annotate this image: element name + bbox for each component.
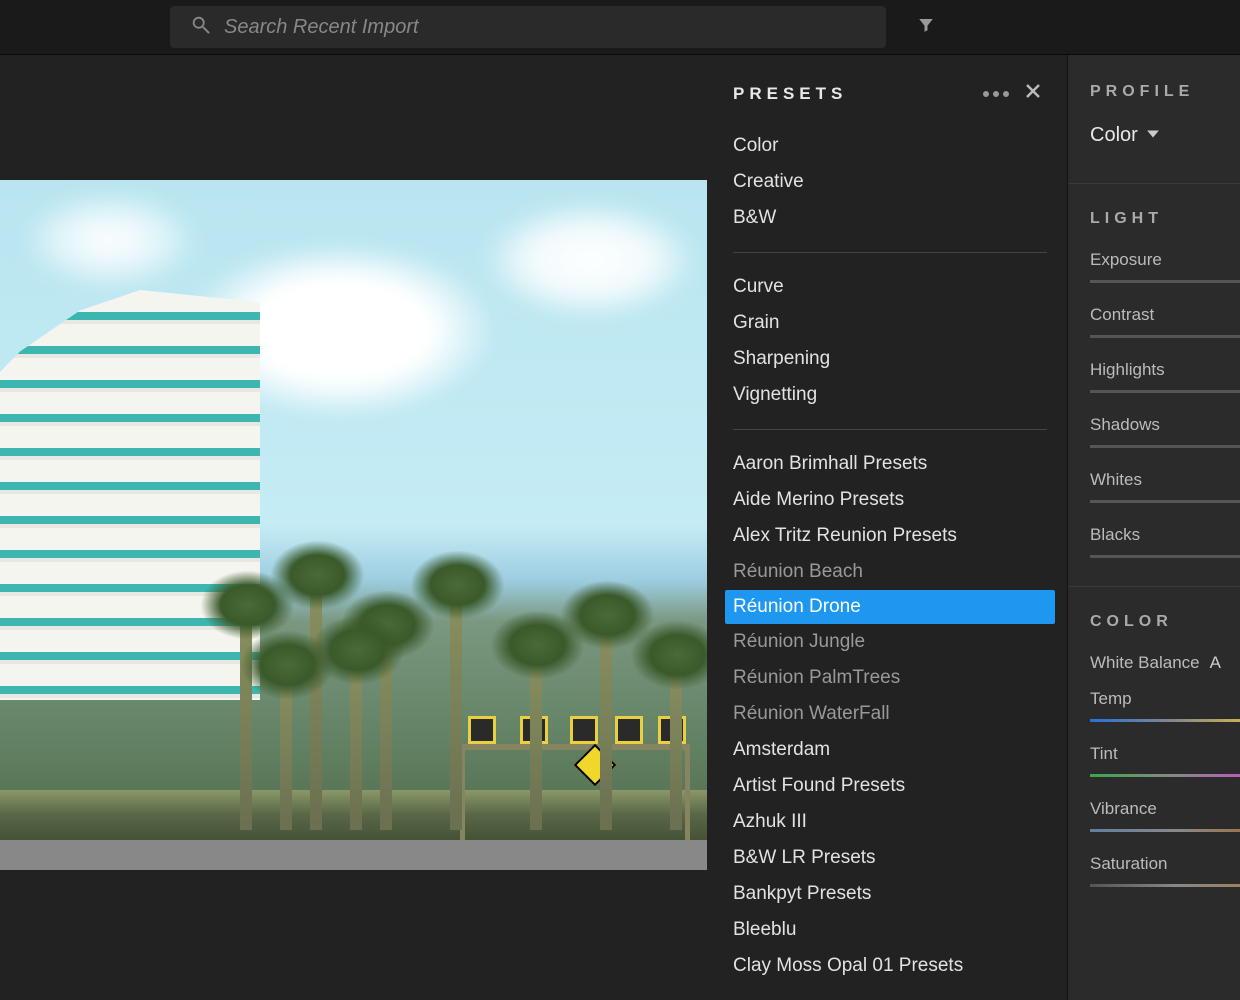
preset-item[interactable]: Clay Moss Opal 01 Presets <box>733 948 1047 984</box>
presets-list[interactable]: ColorCreativeB&W CurveGrainSharpeningVign… <box>707 128 1067 998</box>
preset-item[interactable]: Réunion WaterFall <box>733 696 1047 732</box>
blacks-slider[interactable]: Blacks <box>1090 525 1240 558</box>
filter-button[interactable] <box>910 11 942 43</box>
preset-item[interactable]: Bankpyt Presets <box>733 876 1047 912</box>
preset-item[interactable]: B&W <box>733 200 1047 236</box>
adjustments-panel: PROFILE Color LIGHT Exposure Contrast Hi… <box>1067 55 1240 1000</box>
more-options-button[interactable] <box>983 91 1009 97</box>
preset-item[interactable]: Amsterdam <box>733 732 1047 768</box>
close-icon <box>1025 86 1041 103</box>
white-balance-value: A <box>1210 653 1221 673</box>
top-bar <box>0 0 1240 55</box>
contrast-slider[interactable]: Contrast <box>1090 305 1240 338</box>
profile-value: Color <box>1090 124 1138 147</box>
temp-slider[interactable]: Temp <box>1090 689 1240 722</box>
presets-title: PRESETS <box>733 84 983 104</box>
search-icon <box>190 14 224 41</box>
highlights-label: Highlights <box>1090 360 1240 380</box>
chevron-down-icon <box>1138 123 1160 147</box>
white-balance-label: White Balance <box>1090 653 1200 673</box>
preset-item[interactable]: Color <box>733 128 1047 164</box>
funnel-icon <box>916 16 936 39</box>
preset-item[interactable]: Grain <box>733 305 1047 341</box>
profile-dropdown[interactable]: Color <box>1090 123 1240 147</box>
preset-item[interactable]: Artist Found Presets <box>733 768 1047 804</box>
tint-slider[interactable]: Tint <box>1090 744 1240 777</box>
exposure-slider[interactable]: Exposure <box>1090 250 1240 283</box>
preset-item[interactable]: B&W LR Presets <box>733 840 1047 876</box>
preset-item[interactable]: Réunion Drone <box>725 590 1055 624</box>
blacks-label: Blacks <box>1090 525 1240 545</box>
temp-label: Temp <box>1090 689 1240 709</box>
highlights-slider[interactable]: Highlights <box>1090 360 1240 393</box>
contrast-label: Contrast <box>1090 305 1240 325</box>
preset-item[interactable]: Azhuk III <box>733 804 1047 840</box>
preset-item[interactable]: Réunion PalmTrees <box>733 660 1047 696</box>
presets-panel: PRESETS ColorCreativeB&W CurveGrainSharpe… <box>707 55 1067 1000</box>
preset-item[interactable]: Réunion Beach <box>733 554 1047 590</box>
preset-item[interactable]: Alex Tritz Reunion Presets <box>733 518 1047 554</box>
preset-item[interactable]: Aide Merino Presets <box>733 482 1047 518</box>
preview-image <box>0 180 707 870</box>
close-button[interactable] <box>1025 83 1041 104</box>
profile-section-title: PROFILE <box>1090 83 1240 101</box>
workspace: PRESETS ColorCreativeB&WCurveGrainSharpe… <box>0 55 1240 1000</box>
section-divider <box>1068 586 1240 587</box>
shadows-slider[interactable]: Shadows <box>1090 415 1240 448</box>
section-divider <box>1068 183 1240 184</box>
preset-item[interactable]: Vignetting <box>733 377 1047 413</box>
tint-label: Tint <box>1090 744 1240 764</box>
preset-item[interactable]: Aaron Brimhall Presets <box>733 446 1047 482</box>
vibrance-slider[interactable]: Vibrance <box>1090 799 1240 832</box>
preset-item[interactable]: Creative <box>733 164 1047 200</box>
dots-icon <box>983 91 989 97</box>
white-balance-row[interactable]: White Balance A <box>1090 653 1240 673</box>
saturation-label: Saturation <box>1090 854 1240 874</box>
preset-item[interactable]: Bleeblu <box>733 912 1047 948</box>
image-canvas[interactable] <box>0 55 707 1000</box>
whites-slider[interactable]: Whites <box>1090 470 1240 503</box>
search-input[interactable] <box>224 16 866 39</box>
color-section-title: COLOR <box>1090 613 1240 631</box>
whites-label: Whites <box>1090 470 1240 490</box>
preset-item[interactable]: Sharpening <box>733 341 1047 377</box>
search-field[interactable] <box>170 6 886 48</box>
light-section-title: LIGHT <box>1090 210 1240 228</box>
vibrance-label: Vibrance <box>1090 799 1240 819</box>
saturation-slider[interactable]: Saturation <box>1090 854 1240 887</box>
preset-divider <box>733 429 1047 430</box>
preset-item[interactable]: Curve <box>733 269 1047 305</box>
exposure-label: Exposure <box>1090 250 1240 270</box>
preset-item[interactable]: Réunion Jungle <box>733 624 1047 660</box>
shadows-label: Shadows <box>1090 415 1240 435</box>
preset-divider <box>733 252 1047 253</box>
